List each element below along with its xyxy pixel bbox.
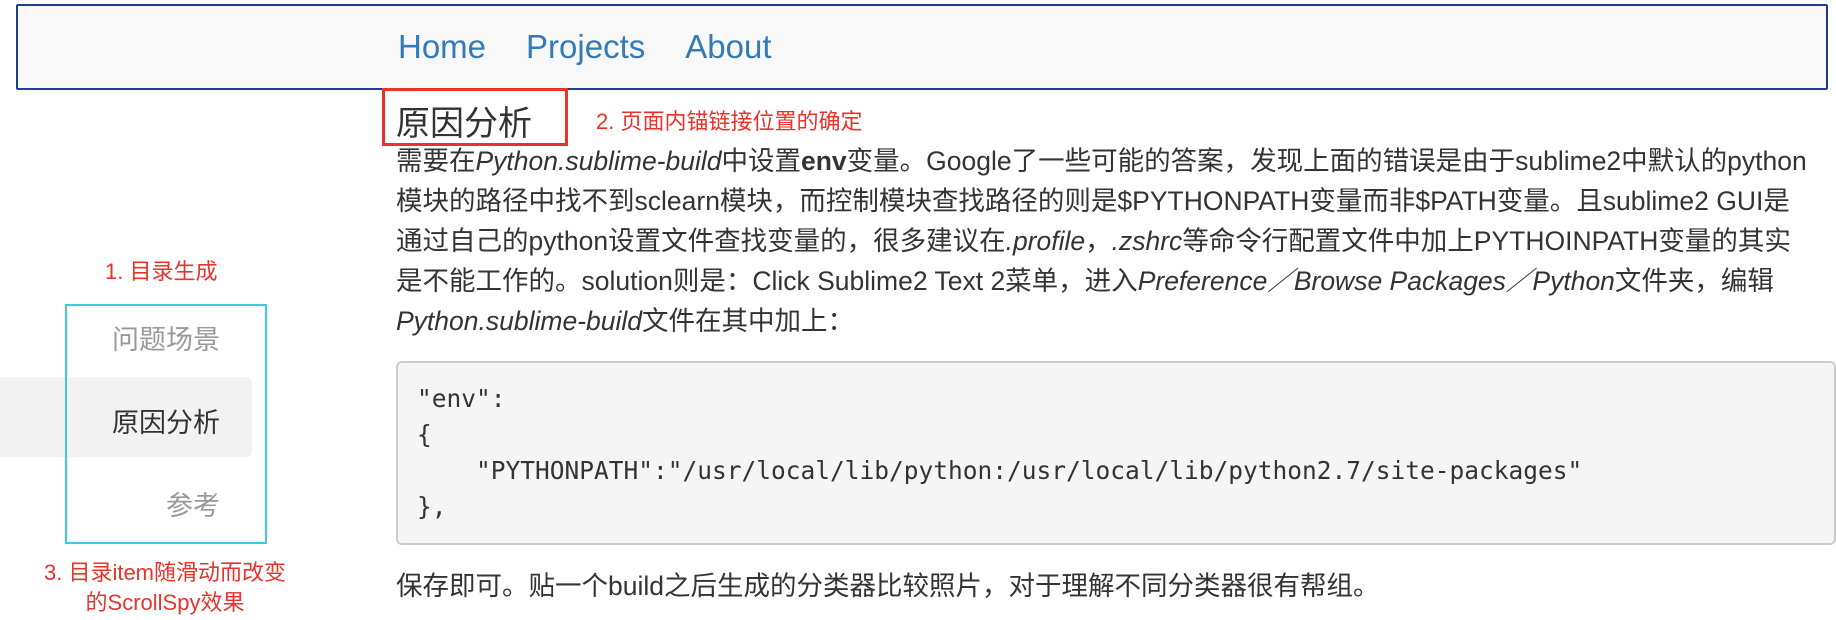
body-paragraph: 需要在Python.sublime-build中设置env变量。Google了一…	[396, 141, 1811, 341]
para-em-build-file-2: Python.sublime-build	[396, 306, 642, 336]
scrollspy-annotation-line1: 3. 目录item随滑动而改变	[43, 560, 287, 585]
code-line: "PYTHONPATH":"/usr/local/lib/python:/usr…	[417, 456, 1583, 485]
para-text-13: 文件在其中加上：	[642, 306, 854, 336]
code-line: {	[417, 420, 432, 449]
para-text-7: ，	[1085, 226, 1112, 256]
nav-link-projects[interactable]: Projects	[526, 28, 645, 66]
scrollspy-annotation: 3. 目录item随滑动而改变 的ScrollSpy效果	[20, 558, 310, 618]
section-title: 原因分析	[396, 105, 532, 143]
anchor-annotation: 2. 页面内锚链接位置的确定	[596, 109, 863, 134]
nav-link-about[interactable]: About	[685, 28, 771, 66]
code-block: "env": { "PYTHONPATH":"/usr/local/lib/pyt…	[396, 361, 1836, 545]
nav-link-home[interactable]: Home	[398, 28, 486, 66]
toc-item-cause-analysis[interactable]: 原因分析	[112, 401, 220, 440]
top-navbar: Home Projects About	[16, 4, 1828, 90]
nav-links: Home Projects About	[398, 6, 772, 88]
toc-item-references[interactable]: 参考	[166, 484, 220, 523]
closing-paragraph: 保存即可。贴一个build之后生成的分类器比较照片，对于理解不同分类器很有帮组。	[396, 571, 1380, 601]
para-em-profile: .profile	[1005, 226, 1086, 256]
para-em-path: Preference／Browse Packages／Python	[1137, 266, 1615, 296]
para-text-1: 需要在	[396, 146, 476, 176]
para-text-11: 文件夹，编辑	[1614, 266, 1774, 296]
scrollspy-annotation-line2: 的ScrollSpy效果	[85, 590, 245, 615]
toc-annotation: 1. 目录生成	[105, 259, 218, 284]
code-line: "env":	[417, 384, 506, 413]
para-em-zshrc: .zshrc	[1111, 226, 1183, 256]
toc-item-problem-scene[interactable]: 问题场景	[112, 318, 220, 357]
code-line: },	[417, 492, 447, 521]
para-em-build-file-1: Python.sublime-build	[475, 146, 722, 176]
para-text-3: 中设置	[721, 146, 802, 176]
para-strong-env: env	[801, 146, 847, 176]
